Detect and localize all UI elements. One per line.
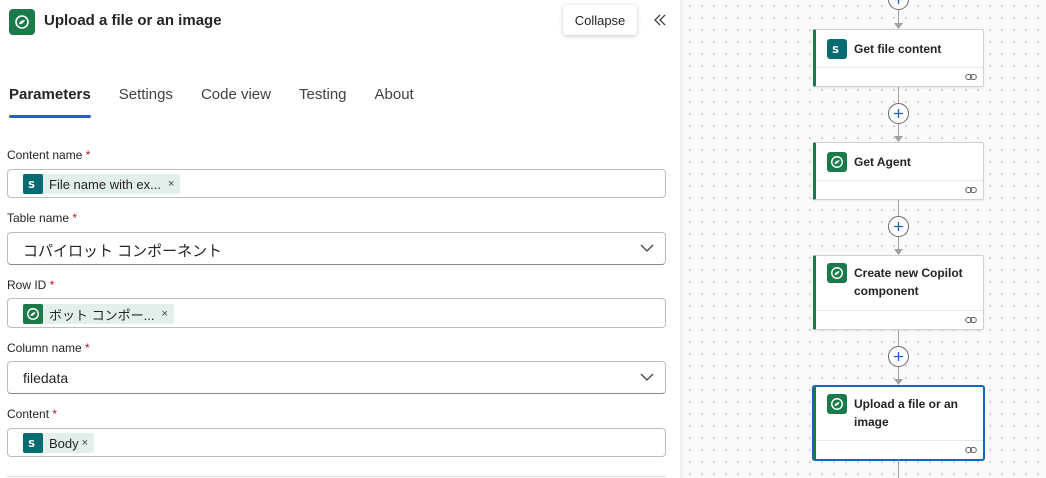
connector-line [898,330,899,346]
required-marker: * [72,211,78,225]
card-title: Get Agent [854,155,911,169]
content-label-text: Content [7,407,50,421]
required-marker: * [85,148,91,162]
column-name-dropdown[interactable]: filedata [7,361,666,394]
link-icon [965,74,977,80]
dataverse-icon [827,152,847,172]
svg-text:S: S [28,180,35,190]
row-id-label-text: Row ID [7,278,47,292]
panel-title: Upload a file or an image [44,12,222,29]
tab-settings[interactable]: Settings [119,86,173,120]
tab-about[interactable]: About [375,86,414,120]
link-icon [965,187,977,193]
chevron-down-icon [640,244,654,252]
table-name-dropdown[interactable]: コパイロット コンポーネント [7,232,666,265]
card-title: Upload a file or an image [854,397,959,429]
tab-parameters[interactable]: Parameters [9,86,91,120]
column-name-label: Column name * [7,341,90,355]
flow-card-create-copilot-component[interactable]: Create new Copilot component [813,255,984,330]
column-name-label-text: Column name [7,341,82,355]
add-step-button[interactable] [888,103,909,124]
svg-text:S: S [28,439,35,449]
row-id-token[interactable]: ボット コンポー... × [23,304,174,324]
content-name-label: Content name * [7,148,90,162]
dataverse-icon [827,263,847,283]
row-id-token-text: ボット コンポー... [49,307,155,323]
properties-panel: Upload a file or an image Collapse Param… [0,0,684,478]
dataverse-icon [23,304,43,324]
add-step-button[interactable] [888,216,909,237]
content-token[interactable]: S Body × [23,433,95,453]
panel-tabs: Parameters Settings Code view Testing Ab… [9,86,442,120]
add-step-button[interactable] [888,346,909,367]
table-name-label-text: Table name [7,211,70,225]
remove-token-icon[interactable]: × [82,437,88,449]
content-name-label-text: Content name [7,148,83,162]
collapse-panel-icon[interactable] [650,10,670,30]
chevron-down-icon [640,373,654,381]
flow-card-get-agent[interactable]: Get Agent [813,142,984,200]
table-name-value: コパイロット コンポーネント [23,243,223,260]
content-name-token[interactable]: S File name with ex... × [23,174,181,194]
content-name-token-text: File name with ex... [49,176,161,192]
card-footer [816,310,983,329]
row-id-label: Row ID * [7,278,54,292]
card-title: Get file content [854,42,942,56]
card-footer [816,440,983,459]
card-title: Create new Copilot component [854,266,963,298]
tab-testing[interactable]: Testing [299,86,347,120]
flow-card-get-file-content[interactable]: S Get file content [813,29,984,87]
divider [7,476,666,477]
svg-text:S: S [832,45,839,55]
dataverse-icon [9,9,35,35]
column-name-value: filedata [23,370,69,386]
remove-token-icon[interactable]: × [161,308,167,320]
required-marker: * [85,341,90,355]
connector-line [898,460,899,478]
content-input[interactable]: S Body × [7,428,666,457]
tab-code-view[interactable]: Code view [201,86,271,120]
link-icon [965,447,977,453]
content-name-input[interactable]: S File name with ex... × [7,169,666,198]
card-footer [816,67,983,86]
link-icon [965,317,977,323]
sharepoint-icon: S [23,433,43,453]
sharepoint-icon: S [23,174,43,194]
content-label: Content * [7,407,57,421]
sharepoint-icon: S [827,39,847,59]
table-name-label: Table name * [7,211,77,225]
content-token-text: Body [49,435,79,451]
row-id-input[interactable]: ボット コンポー... × [7,298,666,328]
required-marker: * [49,278,55,292]
flow-card-upload-file[interactable]: Upload a file or an image [813,386,984,460]
card-footer [816,180,983,199]
connector-line [898,87,899,103]
dataverse-icon [827,394,847,414]
required-marker: * [52,407,58,421]
remove-token-icon[interactable]: × [168,178,174,190]
collapse-tooltip: Collapse [563,5,637,35]
connector-line [898,200,899,216]
arrow-down-icon [894,379,903,385]
